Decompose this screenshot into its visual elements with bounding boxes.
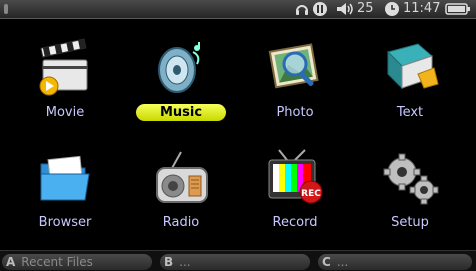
clock-icon bbox=[384, 0, 400, 18]
menu-label-music: Music bbox=[136, 104, 226, 121]
menu-label-setup: Setup bbox=[391, 215, 429, 230]
menu-item-music[interactable]: Music bbox=[126, 38, 236, 138]
volume-icon bbox=[336, 0, 356, 18]
softkey-b-label: ... bbox=[179, 255, 191, 269]
menu-item-browser[interactable]: Browser bbox=[10, 148, 120, 248]
radio-icon bbox=[151, 148, 211, 208]
menu-item-photo[interactable]: Photo bbox=[240, 38, 350, 138]
clock-time: 11:47 bbox=[403, 1, 441, 16]
menu-label-radio: Radio bbox=[162, 215, 200, 230]
gears-icon bbox=[380, 148, 440, 208]
menu-item-radio[interactable]: Radio bbox=[126, 148, 236, 248]
svg-text:REC: REC bbox=[301, 189, 321, 199]
softkey-b-key: B bbox=[164, 255, 174, 269]
speaker-icon bbox=[151, 38, 211, 98]
headphones-icon bbox=[294, 0, 310, 18]
clapperboard-icon bbox=[35, 38, 95, 98]
magnifier-picture-icon bbox=[265, 38, 325, 98]
status-left-cap bbox=[4, 0, 10, 18]
softkey-a[interactable]: A Recent Files bbox=[2, 254, 152, 270]
menu-item-setup[interactable]: Setup bbox=[355, 148, 465, 248]
softkey-c[interactable]: C ... bbox=[318, 254, 472, 270]
softkey-c-key: C bbox=[322, 255, 331, 269]
play-status-icon bbox=[312, 0, 328, 18]
menu-label-record: Record bbox=[272, 215, 318, 230]
menu-label-browser: Browser bbox=[38, 215, 92, 230]
softkey-b[interactable]: B ... bbox=[160, 254, 310, 270]
tv-rec-icon: REC bbox=[265, 148, 325, 208]
softkey-bar: A Recent Files B ... C ... bbox=[0, 250, 476, 271]
folder-icon bbox=[35, 148, 95, 208]
menu-label-text: Text bbox=[396, 105, 424, 120]
menu-item-text[interactable]: Text bbox=[355, 38, 465, 138]
menu-label-movie: Movie bbox=[45, 105, 85, 120]
softkey-c-label: ... bbox=[336, 255, 349, 269]
status-bar: 25 11:47 bbox=[0, 0, 476, 19]
battery-icon bbox=[445, 0, 471, 18]
menu-item-movie[interactable]: Movie bbox=[10, 38, 120, 138]
softkey-a-label: Recent Files bbox=[21, 255, 93, 269]
softkey-a-key: A bbox=[6, 255, 16, 269]
volume-level: 25 bbox=[357, 1, 374, 16]
book-icon bbox=[380, 38, 440, 98]
menu-item-record[interactable]: REC Record bbox=[240, 148, 350, 248]
menu-label-photo: Photo bbox=[276, 105, 314, 120]
